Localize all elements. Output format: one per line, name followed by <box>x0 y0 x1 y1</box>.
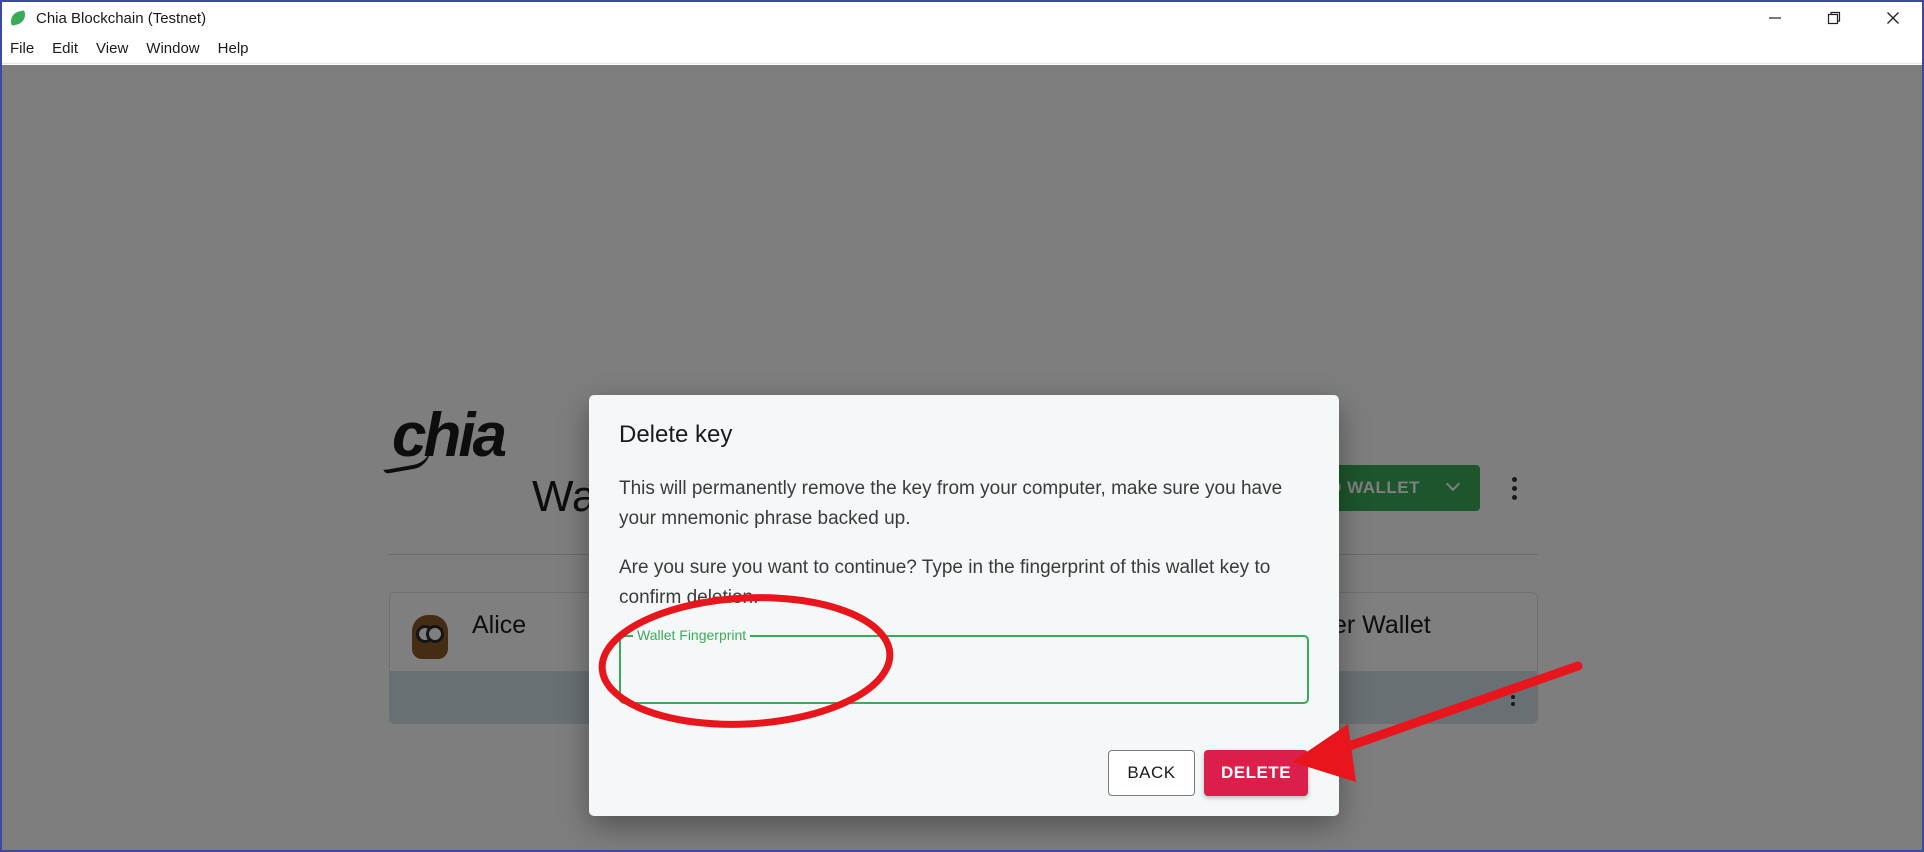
menu-file[interactable]: File <box>10 40 34 57</box>
chia-leaf-icon <box>8 10 28 26</box>
restore-icon <box>1827 11 1840 25</box>
back-button[interactable]: BACK <box>1108 750 1195 796</box>
menu-help[interactable]: Help <box>218 40 249 57</box>
wallet-fingerprint-input[interactable] <box>633 655 1293 683</box>
restore-button[interactable] <box>1804 2 1863 34</box>
wallet-fingerprint-field[interactable]: Wallet Fingerprint <box>619 627 1309 704</box>
menu-window[interactable]: Window <box>146 40 199 57</box>
title-bar: Chia Blockchain (Testnet) <box>2 2 1922 34</box>
menu-view[interactable]: View <box>96 40 128 57</box>
close-button[interactable] <box>1863 2 1922 34</box>
dialog-warning-text: This will permanently remove the key fro… <box>619 478 1283 529</box>
window-title: Chia Blockchain (Testnet) <box>36 9 207 27</box>
delete-button[interactable]: DELETE <box>1204 750 1308 796</box>
menu-bar: File Edit View Window Help <box>2 34 1922 64</box>
close-icon <box>1886 12 1899 24</box>
app-window: Chia Blockchain (Testnet) File Edit View… <box>0 0 1924 852</box>
wallet-fingerprint-label: Wallet Fingerprint <box>633 627 751 643</box>
dialog-title: Delete key <box>619 421 733 448</box>
dialog-confirm-text: Are you sure you want to continue? Type … <box>619 557 1271 608</box>
window-controls <box>1745 2 1922 34</box>
minimize-button[interactable] <box>1745 2 1804 34</box>
delete-key-dialog: Delete key This will permanently remove … <box>589 395 1339 816</box>
minimize-icon <box>1768 17 1781 19</box>
menu-edit[interactable]: Edit <box>52 40 78 57</box>
